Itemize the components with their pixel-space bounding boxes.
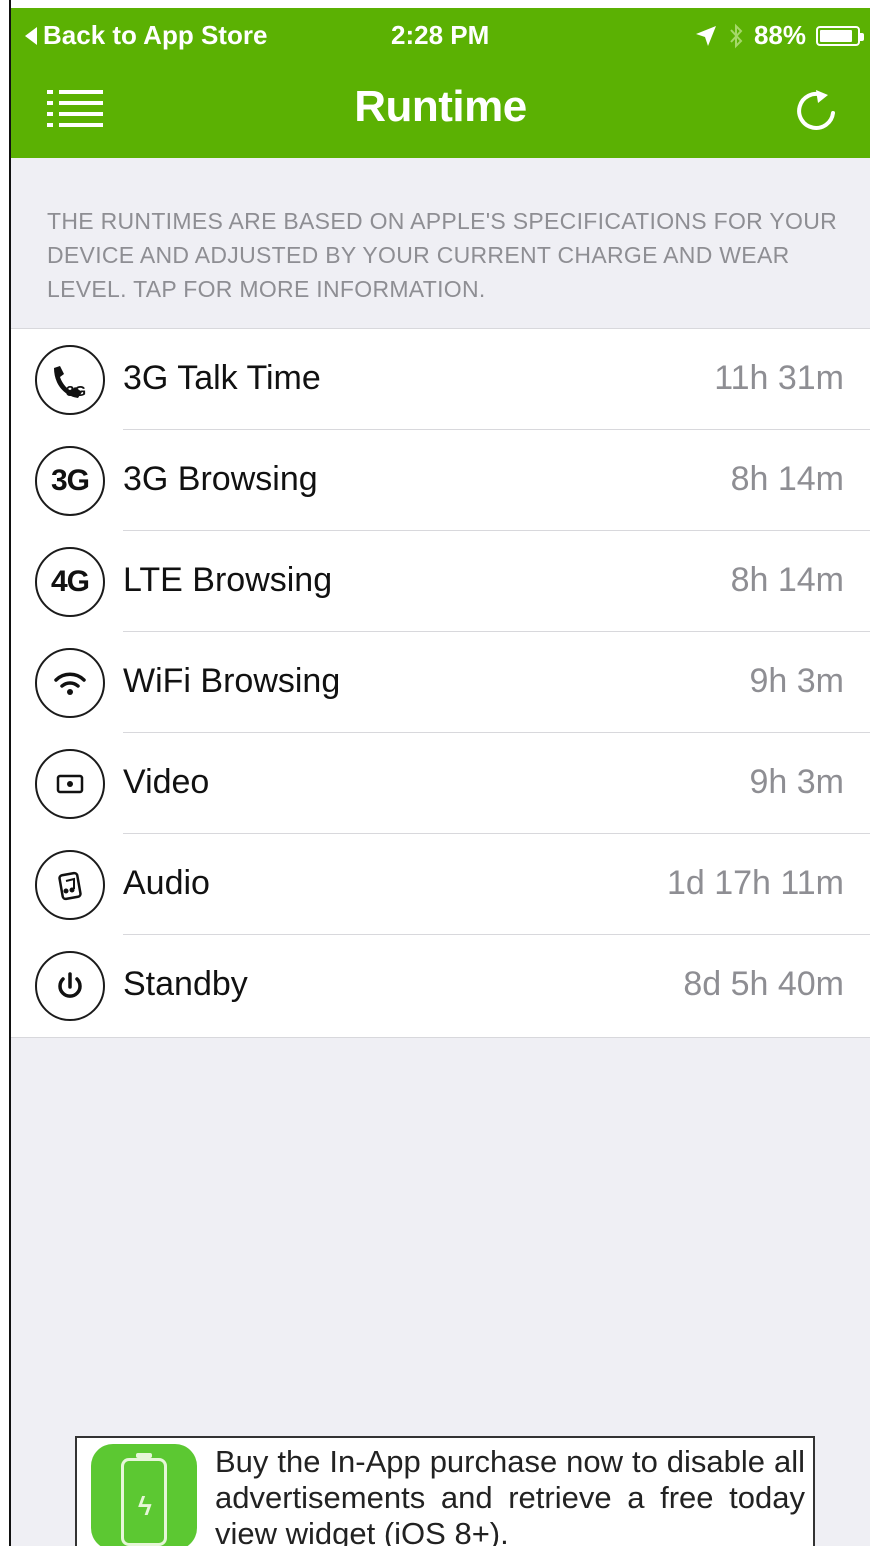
row-value: 8h 14m: [730, 460, 844, 498]
back-triangle-icon: [25, 26, 37, 45]
bolt-icon: ϟ: [138, 1491, 152, 1521]
row-label: WiFi Browsing: [123, 662, 341, 700]
row-label: Standby: [123, 965, 248, 1003]
3g-icon: 3G: [35, 446, 105, 516]
app-screen: Back to App Store 2:28 PM 88% Runtime TH…: [11, 8, 870, 1546]
frame-top: [0, 0, 870, 8]
status-time: 2:28 PM: [391, 20, 490, 50]
icon-text: 3G: [50, 464, 90, 497]
row-value: 11h 31m: [714, 359, 844, 397]
row-label: 3G Talk Time: [123, 359, 321, 397]
runtime-info-text[interactable]: THE RUNTIMES ARE BASED ON APPLE'S SPECIF…: [47, 204, 847, 306]
ad-text: Buy the In-App purchase now to disable a…: [215, 1444, 805, 1546]
wifi-icon: [35, 648, 105, 718]
ad-banner[interactable]: ϟ Buy the In-App purchase now to disable…: [75, 1436, 815, 1546]
location-arrow-icon: [695, 25, 716, 46]
battery-nub: [860, 32, 864, 41]
runtime-row-wifi-browsing[interactable]: WiFi Browsing 9h 3m: [11, 632, 870, 733]
runtime-row-audio[interactable]: Audio 1d 17h 11m: [11, 834, 870, 935]
video-icon: [35, 749, 105, 819]
battery-percent: 88%: [753, 20, 806, 50]
status-bar: Back to App Store 2:28 PM 88%: [11, 8, 870, 64]
runtime-row-video[interactable]: Video 9h 3m: [11, 733, 870, 834]
runtime-row-standby[interactable]: Standby 8d 5h 40m: [11, 935, 870, 1036]
navbar: Runtime: [11, 64, 870, 158]
battery-app-icon: ϟ: [91, 1444, 197, 1546]
phone-outline: ϟ: [121, 1453, 167, 1546]
bluetooth-icon: [730, 23, 743, 48]
page-title: Runtime: [354, 82, 527, 131]
status-right: 88%: [694, 20, 864, 51]
row-label: 3G Browsing: [123, 460, 318, 498]
runtime-list: 3G 3G Talk Time 11h 31m 3G 3G Browsing 8…: [11, 328, 870, 1038]
audio-icon: [35, 850, 105, 920]
battery-icon: [816, 25, 864, 46]
row-label: Video: [123, 763, 210, 801]
row-value: 8d 5h 40m: [683, 965, 844, 1003]
frame-left: [0, 0, 11, 1546]
header: Back to App Store 2:28 PM 88% Runtime: [11, 8, 870, 158]
row-value: 9h 3m: [749, 662, 845, 700]
icon-text: 4G: [50, 565, 90, 598]
row-value: 1d 17h 11m: [666, 864, 844, 902]
svg-text:3G: 3G: [66, 383, 86, 400]
phone-3g-icon: 3G: [35, 345, 105, 415]
row-label: LTE Browsing: [123, 561, 333, 599]
runtime-row-3g-browsing[interactable]: 3G 3G Browsing 8h 14m: [11, 430, 870, 531]
runtime-row-lte-browsing[interactable]: 4G LTE Browsing 8h 14m: [11, 531, 870, 632]
runtime-row-3g-talk-time[interactable]: 3G 3G Talk Time 11h 31m: [11, 329, 870, 430]
refresh-icon[interactable]: [792, 86, 842, 136]
row-label: Audio: [123, 864, 210, 902]
back-to-app-store-link[interactable]: Back to App Store: [25, 20, 267, 51]
row-value: 8h 14m: [730, 561, 844, 599]
row-value: 9h 3m: [749, 763, 845, 801]
back-label: Back to App Store: [43, 20, 268, 50]
4g-icon: 4G: [35, 547, 105, 617]
battery-fill: [820, 29, 852, 42]
power-icon: [35, 951, 105, 1021]
